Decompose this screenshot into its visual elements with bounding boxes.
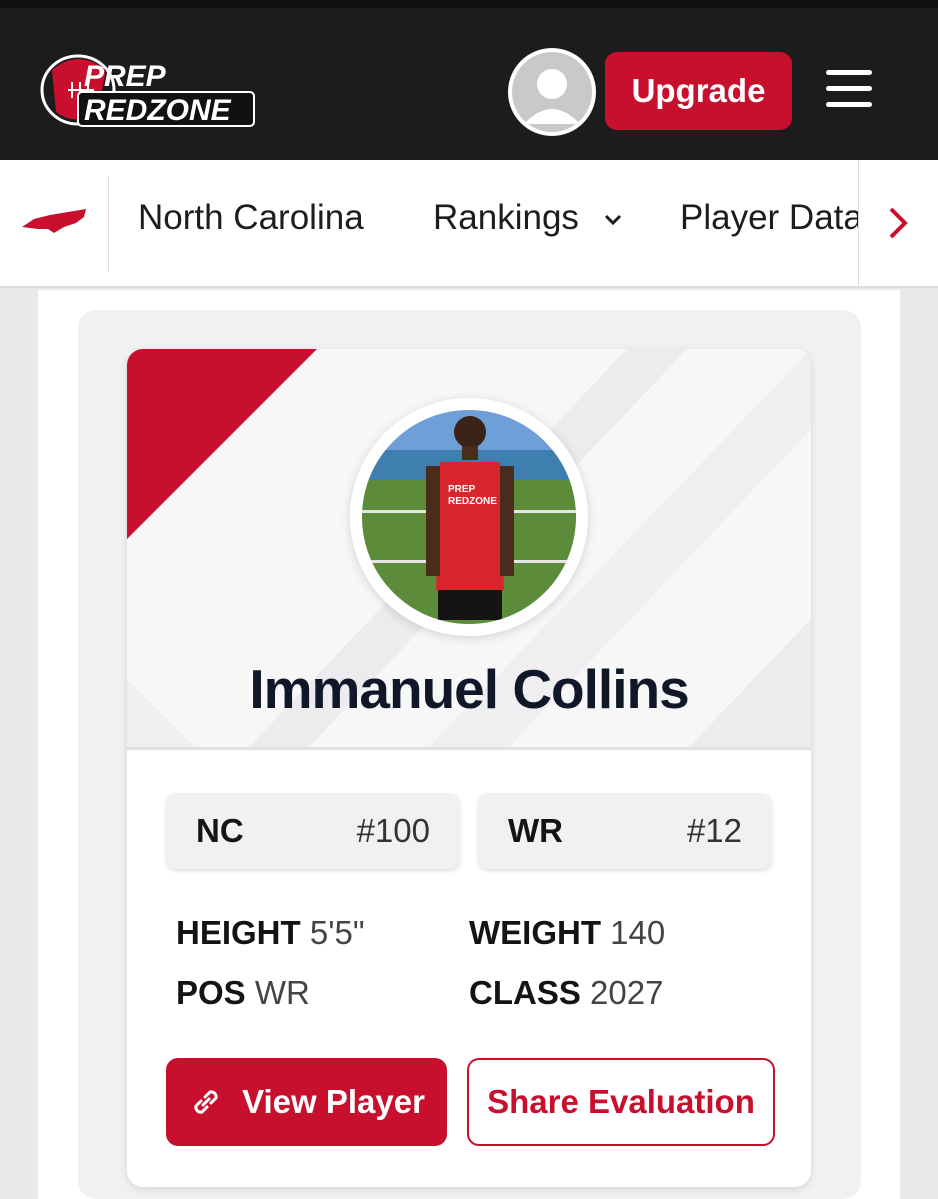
state-rank-box: NC #100 (166, 793, 460, 869)
state-map-icon[interactable] (20, 207, 88, 235)
height-label: HEIGHT (176, 914, 301, 951)
position-rank-box: WR #12 (478, 793, 772, 869)
prep-redzone-logo[interactable]: PREP REDZONE (38, 48, 258, 132)
avatar-placeholder-icon (512, 52, 592, 132)
position-label: POS (176, 974, 246, 1011)
share-evaluation-button[interactable]: Share Evaluation (467, 1058, 775, 1146)
nav-item-rankings-label: Rankings (433, 198, 579, 237)
card-header-divider (127, 747, 811, 750)
position-rank-value: #12 (686, 812, 742, 849)
jersey-text-redzone: REDZONE (448, 496, 497, 507)
position-attribute: POS WR (176, 974, 310, 1012)
nav-item-player-data[interactable]: Player Data (680, 198, 858, 238)
view-player-label: View Player (242, 1083, 425, 1120)
nav-item-state[interactable]: North Carolina (138, 198, 364, 238)
class-label: CLASS (469, 974, 581, 1011)
subnav-divider (858, 160, 859, 288)
weight-label: WEIGHT (469, 914, 601, 951)
position-rank-label: WR (508, 812, 563, 849)
subnav-scroll-right-button[interactable] (858, 160, 938, 286)
top-bar: PREP REDZONE Upgrade (0, 0, 938, 160)
weight-value: 140 (610, 914, 666, 951)
logo-text-prep: PREP (84, 60, 167, 93)
position-value: WR (254, 974, 310, 1011)
height-attribute: HEIGHT 5'5" (176, 914, 365, 952)
class-attribute: CLASS 2027 (469, 974, 663, 1012)
menu-icon[interactable] (826, 70, 876, 110)
chevron-right-icon (889, 207, 908, 239)
chevron-down-icon (604, 214, 621, 225)
state-rank-value: #100 (356, 812, 430, 849)
nav-item-rankings[interactable]: Rankings (433, 198, 623, 238)
state-rank-label: NC (196, 812, 244, 849)
class-value: 2027 (590, 974, 664, 1011)
logo-text-redzone: REDZONE (84, 94, 232, 127)
height-value: 5'5" (309, 914, 365, 951)
player-card: PREP REDZONE Immanuel Collins NC #100 WR… (127, 349, 811, 1187)
player-name: Immanuel Collins (249, 658, 689, 720)
link-icon (194, 1090, 218, 1114)
view-player-button[interactable]: View Player (166, 1058, 447, 1146)
player-photo[interactable]: PREP REDZONE (362, 410, 576, 624)
jersey-text-prep: PREP (448, 484, 476, 495)
upgrade-button[interactable]: Upgrade (605, 52, 792, 130)
subnav-divider (108, 176, 109, 272)
weight-attribute: WEIGHT 140 (469, 914, 665, 952)
user-avatar[interactable] (508, 48, 596, 136)
